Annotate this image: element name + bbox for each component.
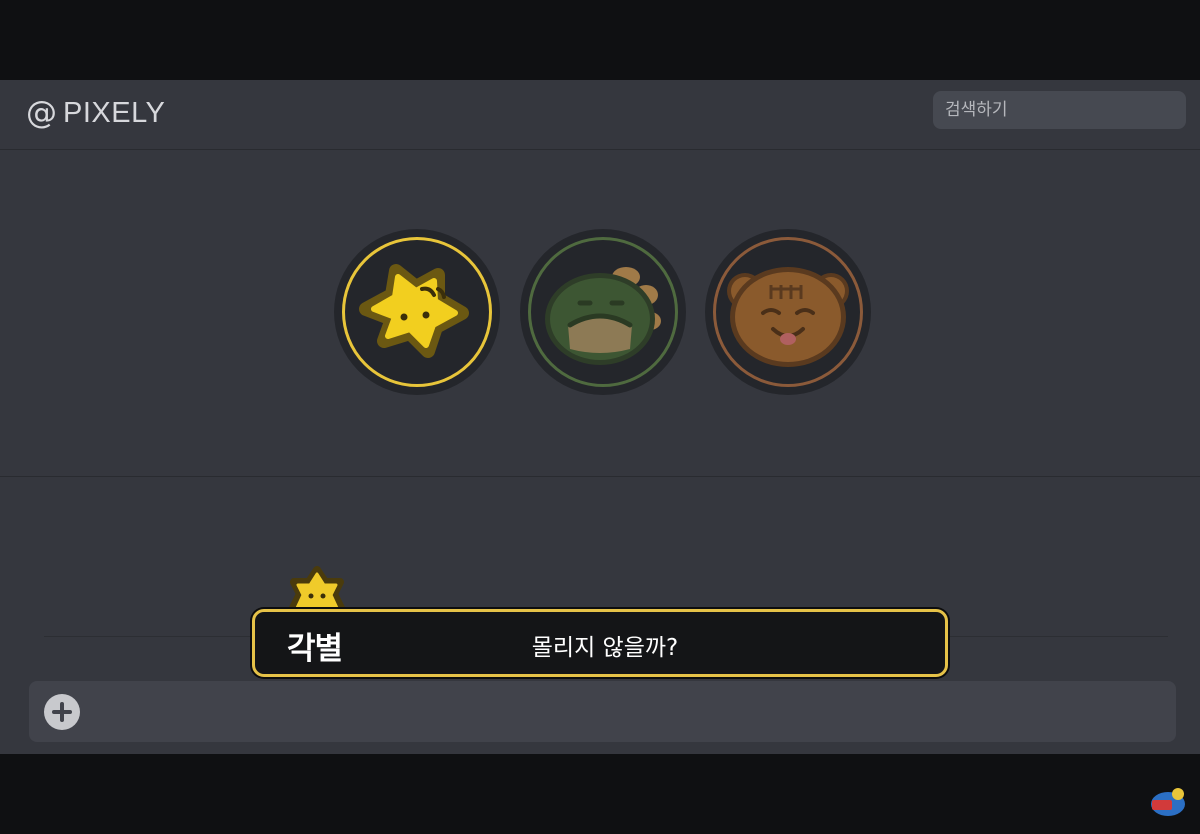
section-divider [0,476,1200,477]
app-name: PIXELY [63,96,166,129]
letterbox-top [0,0,1200,80]
header: @ PIXELY [0,80,1200,150]
avatar-star[interactable] [334,229,500,395]
dinosaur-character-icon [545,267,661,365]
letterbox-bottom [0,754,1200,834]
subtitle-box: 각별 몰리지 않을까? [252,609,948,677]
avatar-dinosaur[interactable] [520,229,686,395]
avatar-list [0,229,1200,395]
channel-watermark-icon [1151,788,1185,816]
message-composer[interactable] [29,681,1176,742]
bear-character-icon [727,267,849,367]
star-character-icon [359,264,469,358]
app-logo[interactable]: @ PIXELY [26,95,165,131]
subtitle-text: 몰리지 않을까? [531,635,679,661]
search-input[interactable] [933,91,1186,129]
at-icon: @ [26,95,57,131]
plus-icon[interactable] [44,694,80,730]
avatar-bear[interactable] [705,229,871,395]
